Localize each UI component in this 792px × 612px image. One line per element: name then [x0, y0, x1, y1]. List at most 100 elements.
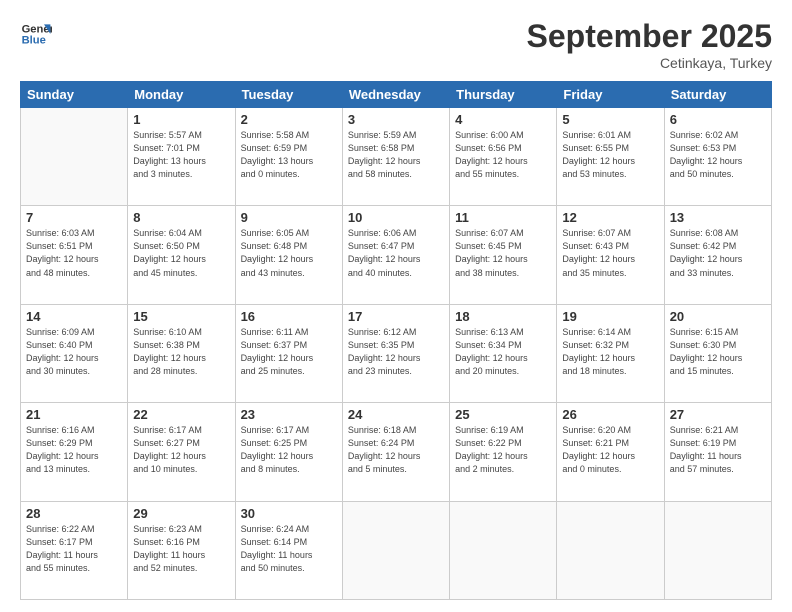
table-row: [664, 501, 771, 599]
day-number: 8: [133, 210, 229, 225]
table-row: 30Sunrise: 6:24 AMSunset: 6:14 PMDayligh…: [235, 501, 342, 599]
day-number: 13: [670, 210, 766, 225]
day-info: Sunrise: 6:07 AMSunset: 6:45 PMDaylight:…: [455, 227, 551, 279]
day-info: Sunrise: 6:22 AMSunset: 6:17 PMDaylight:…: [26, 523, 122, 575]
day-number: 27: [670, 407, 766, 422]
day-info: Sunrise: 6:16 AMSunset: 6:29 PMDaylight:…: [26, 424, 122, 476]
col-wednesday: Wednesday: [342, 82, 449, 108]
day-number: 21: [26, 407, 122, 422]
calendar-week-row: 1 Sunrise: 5:57 AMSunset: 7:01 PMDaylight…: [21, 108, 772, 206]
calendar-week-row: 21 Sunrise: 6:16 AMSunset: 6:29 PMDayligh…: [21, 403, 772, 501]
day-number: 22: [133, 407, 229, 422]
table-row: 22 Sunrise: 6:17 AMSunset: 6:27 PMDayligh…: [128, 403, 235, 501]
day-info: Sunrise: 6:02 AMSunset: 6:53 PMDaylight:…: [670, 129, 766, 181]
day-info: Sunrise: 6:03 AMSunset: 6:51 PMDaylight:…: [26, 227, 122, 279]
table-row: 14 Sunrise: 6:09 AMSunset: 6:40 PMDayligh…: [21, 304, 128, 402]
day-info: Sunrise: 6:06 AMSunset: 6:47 PMDaylight:…: [348, 227, 444, 279]
day-number: 24: [348, 407, 444, 422]
col-saturday: Saturday: [664, 82, 771, 108]
table-row: 5 Sunrise: 6:01 AMSunset: 6:55 PMDaylight…: [557, 108, 664, 206]
day-number: 4: [455, 112, 551, 127]
col-sunday: Sunday: [21, 82, 128, 108]
day-info: Sunrise: 5:57 AMSunset: 7:01 PMDaylight:…: [133, 129, 229, 181]
logo: General Blue: [20, 18, 52, 50]
day-info: Sunrise: 6:00 AMSunset: 6:56 PMDaylight:…: [455, 129, 551, 181]
table-row: 26Sunrise: 6:20 AMSunset: 6:21 PMDayligh…: [557, 403, 664, 501]
day-number: 3: [348, 112, 444, 127]
table-row: 27 Sunrise: 6:21 AMSunset: 6:19 PMDayligh…: [664, 403, 771, 501]
table-row: 12 Sunrise: 6:07 AMSunset: 6:43 PMDayligh…: [557, 206, 664, 304]
table-row: 17Sunrise: 6:12 AMSunset: 6:35 PMDayligh…: [342, 304, 449, 402]
day-info: Sunrise: 6:11 AMSunset: 6:37 PMDaylight:…: [241, 326, 337, 378]
day-number: 29: [133, 506, 229, 521]
table-row: [342, 501, 449, 599]
day-info: Sunrise: 6:05 AMSunset: 6:48 PMDaylight:…: [241, 227, 337, 279]
day-number: 15: [133, 309, 229, 324]
calendar-table: Sunday Monday Tuesday Wednesday Thursday…: [20, 81, 772, 600]
subtitle: Cetinkaya, Turkey: [527, 55, 772, 71]
day-info: Sunrise: 6:07 AMSunset: 6:43 PMDaylight:…: [562, 227, 658, 279]
col-monday: Monday: [128, 82, 235, 108]
day-info: Sunrise: 6:13 AMSunset: 6:34 PMDaylight:…: [455, 326, 551, 378]
table-row: 8 Sunrise: 6:04 AMSunset: 6:50 PMDaylight…: [128, 206, 235, 304]
table-row: [21, 108, 128, 206]
table-row: 10 Sunrise: 6:06 AMSunset: 6:47 PMDayligh…: [342, 206, 449, 304]
day-info: Sunrise: 6:17 AMSunset: 6:27 PMDaylight:…: [133, 424, 229, 476]
day-number: 10: [348, 210, 444, 225]
calendar-week-row: 28Sunrise: 6:22 AMSunset: 6:17 PMDayligh…: [21, 501, 772, 599]
day-number: 5: [562, 112, 658, 127]
day-info: Sunrise: 6:21 AMSunset: 6:19 PMDaylight:…: [670, 424, 766, 476]
day-info: Sunrise: 6:01 AMSunset: 6:55 PMDaylight:…: [562, 129, 658, 181]
day-info: Sunrise: 6:20 AMSunset: 6:21 PMDaylight:…: [562, 424, 658, 476]
calendar-week-row: 14 Sunrise: 6:09 AMSunset: 6:40 PMDayligh…: [21, 304, 772, 402]
table-row: 13 Sunrise: 6:08 AMSunset: 6:42 PMDayligh…: [664, 206, 771, 304]
table-row: 21 Sunrise: 6:16 AMSunset: 6:29 PMDayligh…: [21, 403, 128, 501]
table-row: [450, 501, 557, 599]
day-info: Sunrise: 6:15 AMSunset: 6:30 PMDaylight:…: [670, 326, 766, 378]
day-info: Sunrise: 6:14 AMSunset: 6:32 PMDaylight:…: [562, 326, 658, 378]
svg-text:Blue: Blue: [22, 35, 46, 47]
day-number: 19: [562, 309, 658, 324]
table-row: 25 Sunrise: 6:19 AMSunset: 6:22 PMDayligh…: [450, 403, 557, 501]
calendar-header-row: Sunday Monday Tuesday Wednesday Thursday…: [21, 82, 772, 108]
day-number: 11: [455, 210, 551, 225]
table-row: 1 Sunrise: 5:57 AMSunset: 7:01 PMDaylight…: [128, 108, 235, 206]
day-info: Sunrise: 6:23 AMSunset: 6:16 PMDaylight:…: [133, 523, 229, 575]
day-number: 16: [241, 309, 337, 324]
table-row: 6 Sunrise: 6:02 AMSunset: 6:53 PMDaylight…: [664, 108, 771, 206]
day-number: 25: [455, 407, 551, 422]
table-row: 4 Sunrise: 6:00 AMSunset: 6:56 PMDaylight…: [450, 108, 557, 206]
day-info: Sunrise: 6:18 AMSunset: 6:24 PMDaylight:…: [348, 424, 444, 476]
table-row: 23 Sunrise: 6:17 AMSunset: 6:25 PMDayligh…: [235, 403, 342, 501]
day-number: 6: [670, 112, 766, 127]
table-row: 20 Sunrise: 6:15 AMSunset: 6:30 PMDayligh…: [664, 304, 771, 402]
day-number: 17: [348, 309, 444, 324]
day-number: 2: [241, 112, 337, 127]
table-row: 9Sunrise: 6:05 AMSunset: 6:48 PMDaylight…: [235, 206, 342, 304]
day-info: Sunrise: 6:17 AMSunset: 6:25 PMDaylight:…: [241, 424, 337, 476]
day-info: Sunrise: 5:58 AMSunset: 6:59 PMDaylight:…: [241, 129, 337, 181]
day-info: Sunrise: 6:09 AMSunset: 6:40 PMDaylight:…: [26, 326, 122, 378]
day-number: 12: [562, 210, 658, 225]
day-info: Sunrise: 6:19 AMSunset: 6:22 PMDaylight:…: [455, 424, 551, 476]
col-tuesday: Tuesday: [235, 82, 342, 108]
day-number: 14: [26, 309, 122, 324]
day-number: 18: [455, 309, 551, 324]
table-row: 16 Sunrise: 6:11 AMSunset: 6:37 PMDayligh…: [235, 304, 342, 402]
table-row: 11 Sunrise: 6:07 AMSunset: 6:45 PMDayligh…: [450, 206, 557, 304]
table-row: 2 Sunrise: 5:58 AMSunset: 6:59 PMDaylight…: [235, 108, 342, 206]
table-row: 24 Sunrise: 6:18 AMSunset: 6:24 PMDayligh…: [342, 403, 449, 501]
table-row: 29 Sunrise: 6:23 AMSunset: 6:16 PMDayligh…: [128, 501, 235, 599]
day-number: 1: [133, 112, 229, 127]
day-info: Sunrise: 6:24 AMSunset: 6:14 PMDaylight:…: [241, 523, 337, 575]
table-row: [557, 501, 664, 599]
day-info: Sunrise: 5:59 AMSunset: 6:58 PMDaylight:…: [348, 129, 444, 181]
table-row: 15Sunrise: 6:10 AMSunset: 6:38 PMDayligh…: [128, 304, 235, 402]
table-row: 7Sunrise: 6:03 AMSunset: 6:51 PMDaylight…: [21, 206, 128, 304]
header: General Blue September 2025 Cetinkaya, T…: [20, 18, 772, 71]
day-info: Sunrise: 6:04 AMSunset: 6:50 PMDaylight:…: [133, 227, 229, 279]
day-number: 20: [670, 309, 766, 324]
table-row: 3 Sunrise: 5:59 AMSunset: 6:58 PMDaylight…: [342, 108, 449, 206]
day-info: Sunrise: 6:08 AMSunset: 6:42 PMDaylight:…: [670, 227, 766, 279]
day-number: 23: [241, 407, 337, 422]
